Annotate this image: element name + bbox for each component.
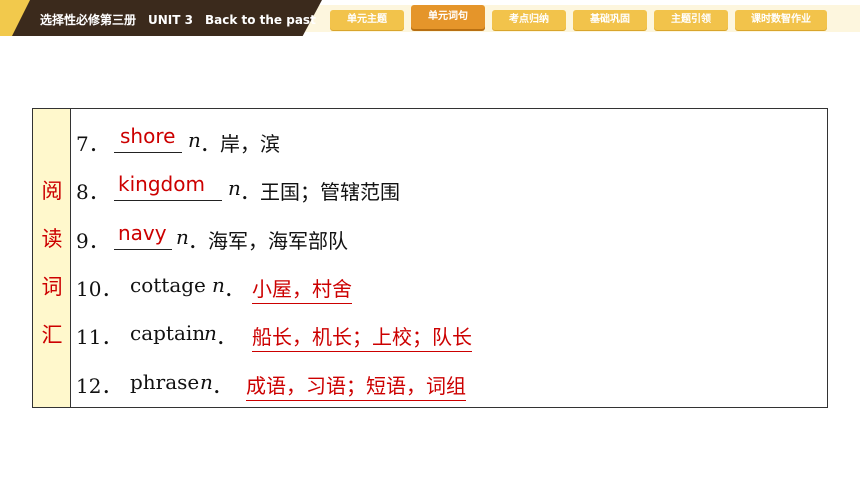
answer-text: 船长，机长；上校；队长	[252, 321, 472, 352]
answer-text: 小屋，村舍	[252, 273, 352, 304]
item-number: 7．	[76, 132, 109, 156]
part-of-speech: n	[212, 273, 225, 297]
side-label-char: 汇	[41, 323, 63, 347]
reading-vocab-label: 阅 读 词 汇	[33, 109, 71, 407]
tab-basic-practice[interactable]: 基础巩固	[573, 10, 647, 30]
side-label-char: 词	[41, 275, 63, 299]
side-label-char: 读	[41, 227, 63, 251]
part-of-speech: n	[204, 321, 217, 345]
part-of-speech: n	[228, 176, 241, 200]
answer-text: 成语，习语；短语，词组	[246, 370, 466, 401]
vocab-word: phrase	[130, 370, 200, 394]
answer-text: kingdom	[118, 172, 205, 196]
separator: ．	[212, 374, 232, 398]
item-number: 12．	[76, 374, 122, 398]
meaning: ．岸，滨	[200, 132, 280, 156]
item-number: 8．	[76, 180, 109, 204]
vocab-word: captain	[130, 321, 206, 345]
tab-theme-guide[interactable]: 主题引领	[654, 10, 728, 30]
top-nav-bar: 选择性必修第三册 UNIT 3 Back to the past 单元主题 单元…	[0, 0, 860, 40]
answer-blank: navy	[114, 221, 172, 250]
meaning: ．海军，海军部队	[188, 229, 348, 253]
separator: ．	[216, 325, 236, 349]
part-of-speech: n	[200, 370, 213, 394]
tab-unit-vocabulary[interactable]: 单元词句	[411, 5, 485, 29]
separator: ．	[224, 277, 244, 301]
item-number: 10．	[76, 277, 122, 301]
vocab-word: cottage	[130, 273, 206, 297]
item-number: 11．	[76, 325, 122, 349]
tab-key-points[interactable]: 考点归纳	[492, 10, 566, 30]
item-number: 9．	[76, 229, 109, 253]
meaning: ．王国；管辖范围	[240, 180, 400, 204]
tab-unit-theme[interactable]: 单元主题	[330, 10, 404, 30]
answer-blank: kingdom	[114, 172, 222, 201]
tab-homework[interactable]: 课时数智作业	[735, 10, 827, 30]
unit-title: 选择性必修第三册 UNIT 3 Back to the past	[40, 13, 316, 27]
part-of-speech: n	[188, 128, 201, 152]
part-of-speech: n	[176, 225, 189, 249]
vocabulary-box: 阅 读 词 汇	[32, 108, 828, 408]
side-label-char: 阅	[41, 179, 63, 203]
answer-text: shore	[120, 124, 176, 148]
answer-blank: shore	[114, 124, 182, 153]
answer-text: navy	[118, 221, 167, 245]
